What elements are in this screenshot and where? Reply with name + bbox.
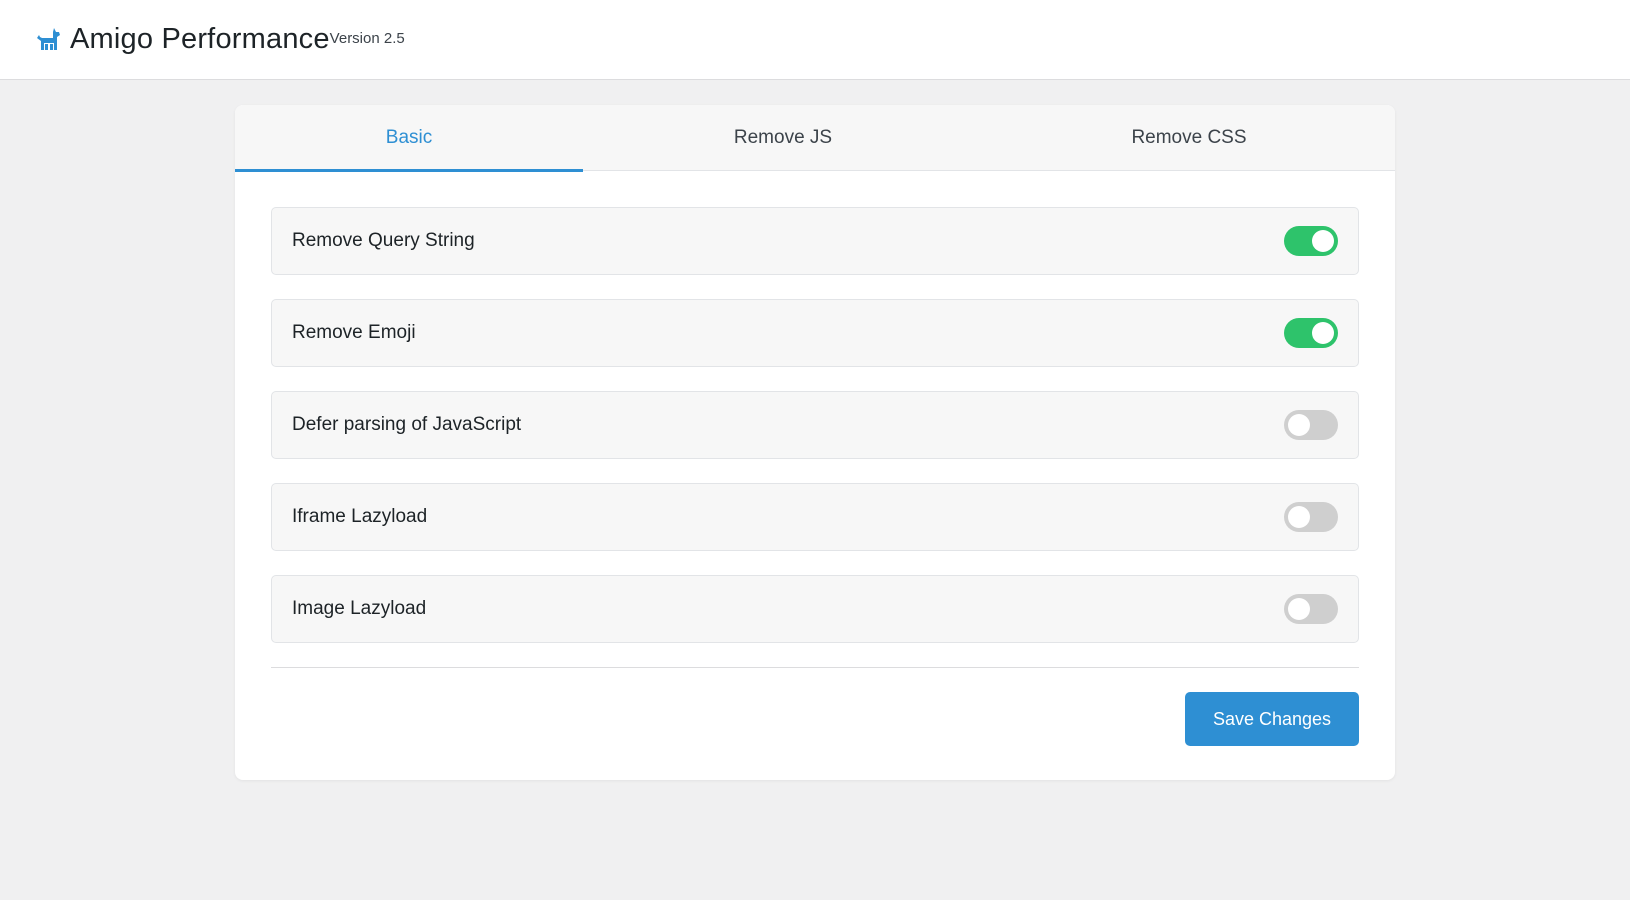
app-title: Amigo Performance bbox=[70, 23, 330, 55]
tab-remove-js[interactable]: Remove JS bbox=[583, 105, 983, 171]
toggle-defer-parsing-js[interactable] bbox=[1284, 410, 1338, 440]
toggle-knob bbox=[1288, 506, 1310, 528]
settings-list: Remove Query String Remove Emoji Defer p… bbox=[235, 171, 1395, 643]
toggle-knob bbox=[1288, 598, 1310, 620]
toggle-knob bbox=[1288, 414, 1310, 436]
setting-row-remove-query-string: Remove Query String bbox=[271, 207, 1359, 275]
setting-label: Image Lazyload bbox=[292, 598, 427, 619]
setting-label: Iframe Lazyload bbox=[292, 506, 428, 527]
setting-row-defer-parsing-js: Defer parsing of JavaScript bbox=[271, 391, 1359, 459]
settings-panel: Basic Remove JS Remove CSS Remove Query … bbox=[235, 105, 1395, 780]
tab-remove-css[interactable]: Remove CSS bbox=[983, 105, 1395, 171]
toggle-iframe-lazyload[interactable] bbox=[1284, 502, 1338, 532]
toggle-image-lazyload[interactable] bbox=[1284, 594, 1338, 624]
setting-label: Defer parsing of JavaScript bbox=[292, 414, 522, 435]
tab-basic[interactable]: Basic bbox=[235, 105, 583, 172]
top-header: Amigo Performance Version 2.5 bbox=[0, 0, 1630, 80]
toggle-knob bbox=[1312, 322, 1334, 344]
app-version: Version 2.5 bbox=[329, 30, 405, 47]
toggle-knob bbox=[1312, 230, 1334, 252]
toggle-remove-query-string[interactable] bbox=[1284, 226, 1338, 256]
setting-label: Remove Emoji bbox=[292, 322, 416, 343]
setting-label: Remove Query String bbox=[292, 230, 475, 251]
setting-row-remove-emoji: Remove Emoji bbox=[271, 299, 1359, 367]
setting-row-iframe-lazyload: Iframe Lazyload bbox=[271, 483, 1359, 551]
tab-bar: Basic Remove JS Remove CSS bbox=[235, 105, 1395, 172]
dog-icon bbox=[34, 25, 62, 55]
toggle-remove-emoji[interactable] bbox=[1284, 318, 1338, 348]
setting-row-image-lazyload: Image Lazyload bbox=[271, 575, 1359, 643]
save-changes-button[interactable]: Save Changes bbox=[1185, 692, 1359, 746]
actions-bar: Save Changes bbox=[235, 668, 1395, 746]
